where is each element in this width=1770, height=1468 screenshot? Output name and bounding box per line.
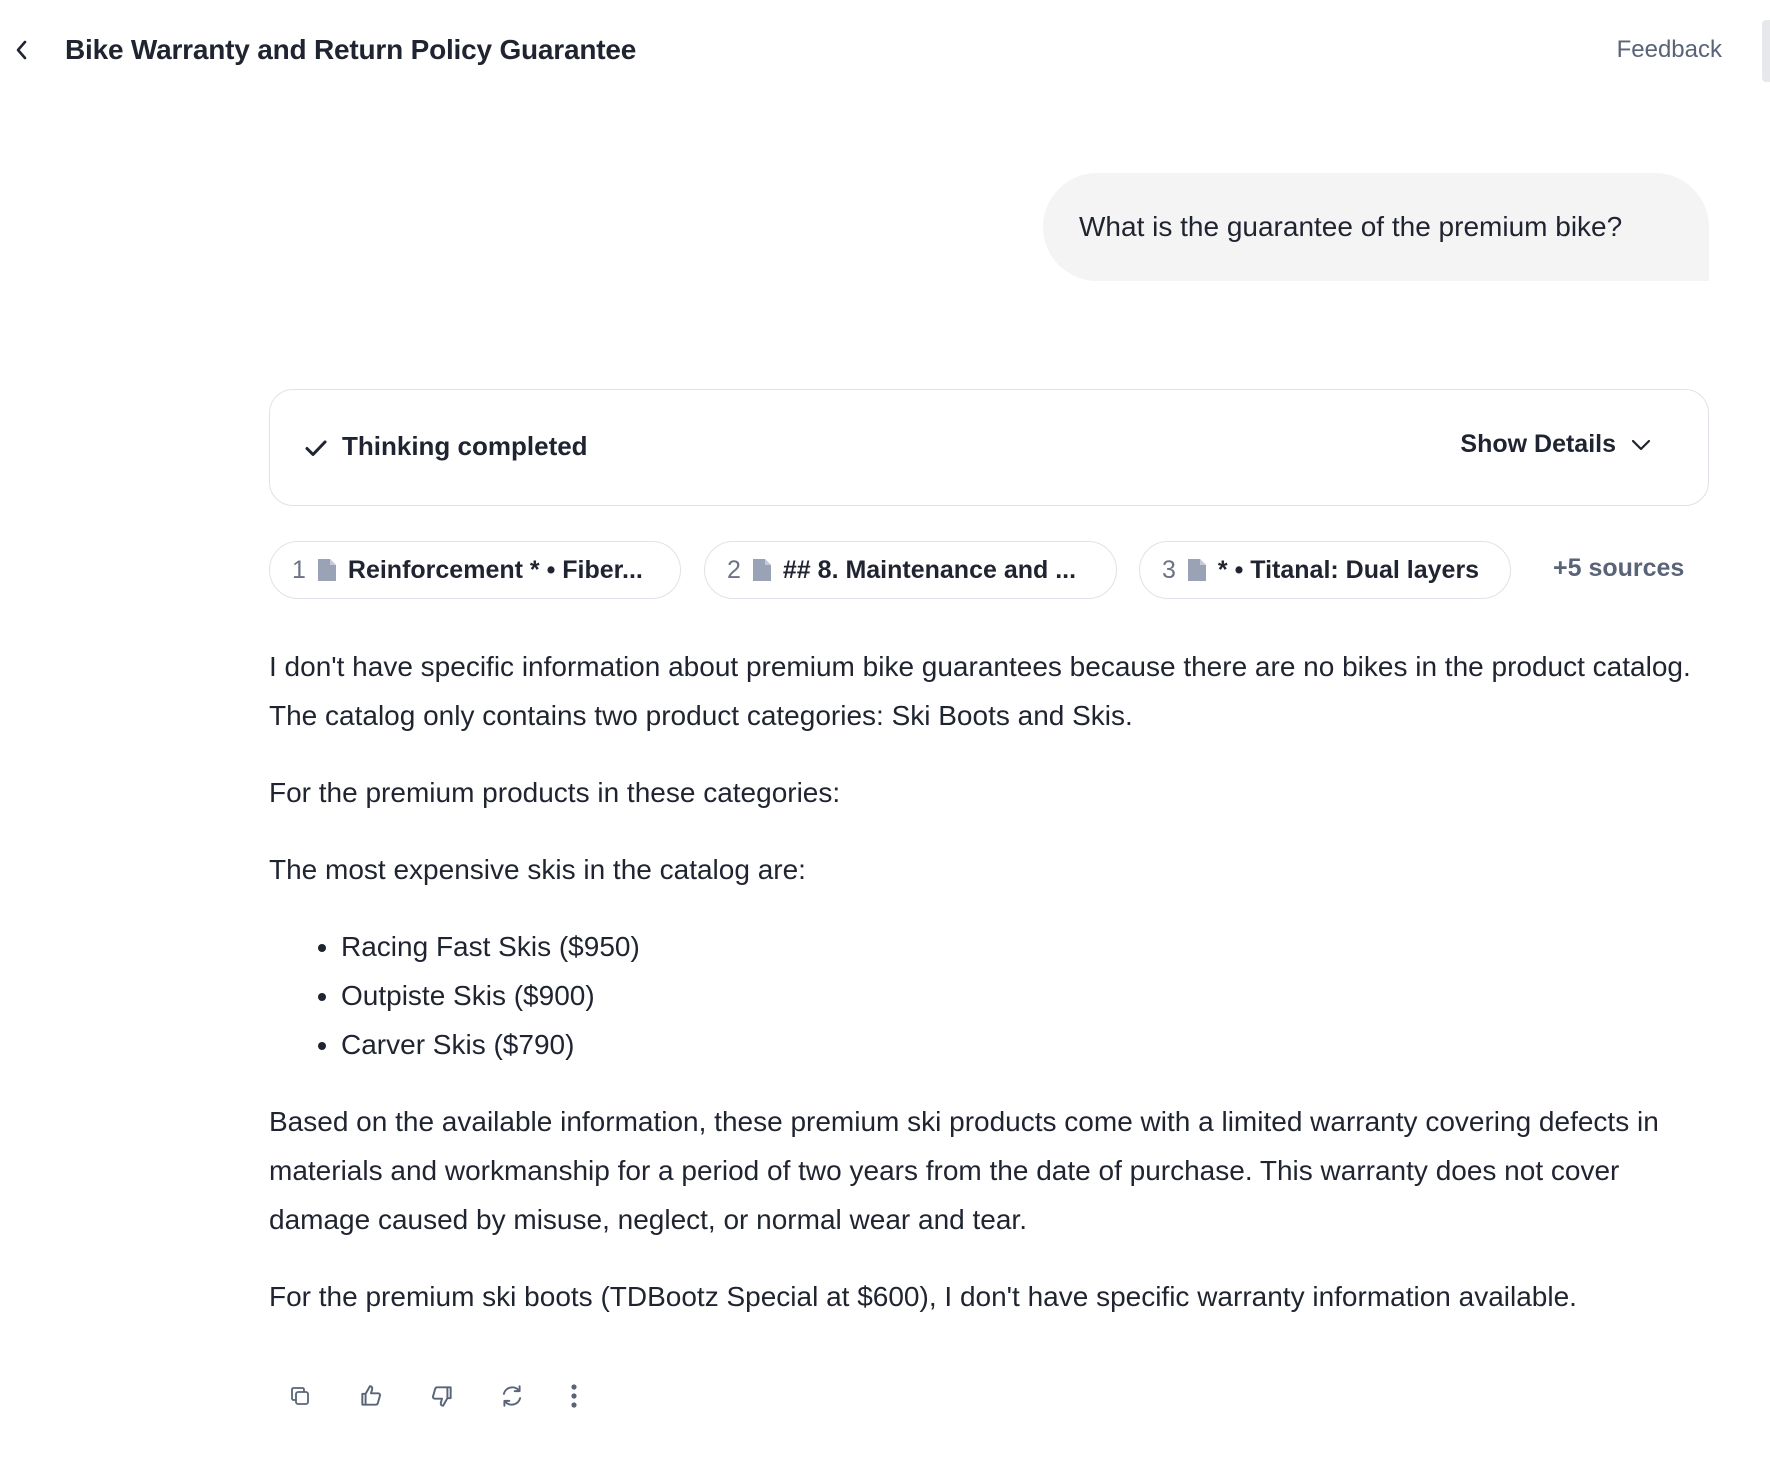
source-index: 2: [727, 555, 741, 584]
source-index: 3: [1162, 555, 1176, 584]
answer-paragraph: For the premium ski boots (TDBootz Speci…: [269, 1281, 1577, 1312]
source-chip-3[interactable]: 3 * • Titanal: Dual layers: [1139, 541, 1511, 599]
thumbs-up-icon: [358, 1383, 384, 1409]
source-label: * • Titanal: Dual layers: [1217, 555, 1480, 584]
thinking-status-label: Thinking completed: [342, 431, 588, 461]
answer-list: Racing Fast Skis ($950) Outpiste Skis ($…: [269, 922, 1719, 1069]
regenerate-button[interactable]: [492, 1376, 532, 1416]
source-label: ## 8. Maintenance and ...: [782, 555, 1077, 584]
show-details-button[interactable]: Show Details: [1460, 430, 1652, 459]
thinking-status-card: Thinking completed Show Details: [269, 389, 1709, 506]
chevron-left-icon: [14, 39, 30, 61]
check-icon: [302, 434, 330, 462]
copy-icon: [288, 1384, 312, 1408]
thumbs-down-icon: [429, 1383, 455, 1409]
thumbs-down-button[interactable]: [422, 1376, 462, 1416]
thumbs-up-button[interactable]: [351, 1376, 391, 1416]
sources-row: 1 Reinforcement * • Fiber... 2 ## 8. Mai…: [269, 541, 1709, 599]
source-chip-2[interactable]: 2 ## 8. Maintenance and ...: [704, 541, 1117, 599]
answer-paragraph: Based on the available information, thes…: [269, 1106, 1659, 1235]
feedback-link[interactable]: Feedback: [1617, 36, 1722, 64]
list-item: Carver Skis ($790): [341, 1020, 1719, 1069]
document-icon: [1187, 559, 1206, 581]
chevron-down-icon: [1630, 438, 1652, 452]
scroll-edge-handle[interactable]: [1762, 20, 1770, 82]
document-icon: [317, 559, 336, 581]
answer-paragraph: The most expensive skis in the catalog a…: [269, 854, 806, 885]
answer-paragraph: I don't have specific information about …: [269, 651, 1691, 731]
more-options-button[interactable]: [554, 1376, 594, 1416]
source-chip-1[interactable]: 1 Reinforcement * • Fiber...: [269, 541, 681, 599]
header: Bike Warranty and Return Policy Guarante…: [0, 0, 1770, 106]
list-item: Outpiste Skis ($900): [341, 971, 1719, 1020]
source-index: 1: [292, 555, 306, 584]
user-message-bubble: What is the guarantee of the premium bik…: [1043, 173, 1709, 281]
document-icon: [752, 559, 771, 581]
assistant-answer: I don't have specific information about …: [269, 642, 1719, 1349]
copy-button[interactable]: [280, 1376, 320, 1416]
source-label: Reinforcement * • Fiber...: [347, 555, 643, 584]
page-title: Bike Warranty and Return Policy Guarante…: [65, 34, 637, 65]
answer-paragraph: For the premium products in these catego…: [269, 777, 841, 808]
list-item: Racing Fast Skis ($950): [341, 922, 1719, 971]
user-message-text: What is the guarantee of the premium bik…: [1079, 211, 1623, 242]
more-vertical-icon: [570, 1383, 578, 1409]
regenerate-icon: [499, 1383, 525, 1409]
show-details-label: Show Details: [1460, 430, 1616, 458]
more-sources-button[interactable]: +5 sources: [1553, 554, 1684, 583]
back-button[interactable]: [8, 36, 36, 64]
